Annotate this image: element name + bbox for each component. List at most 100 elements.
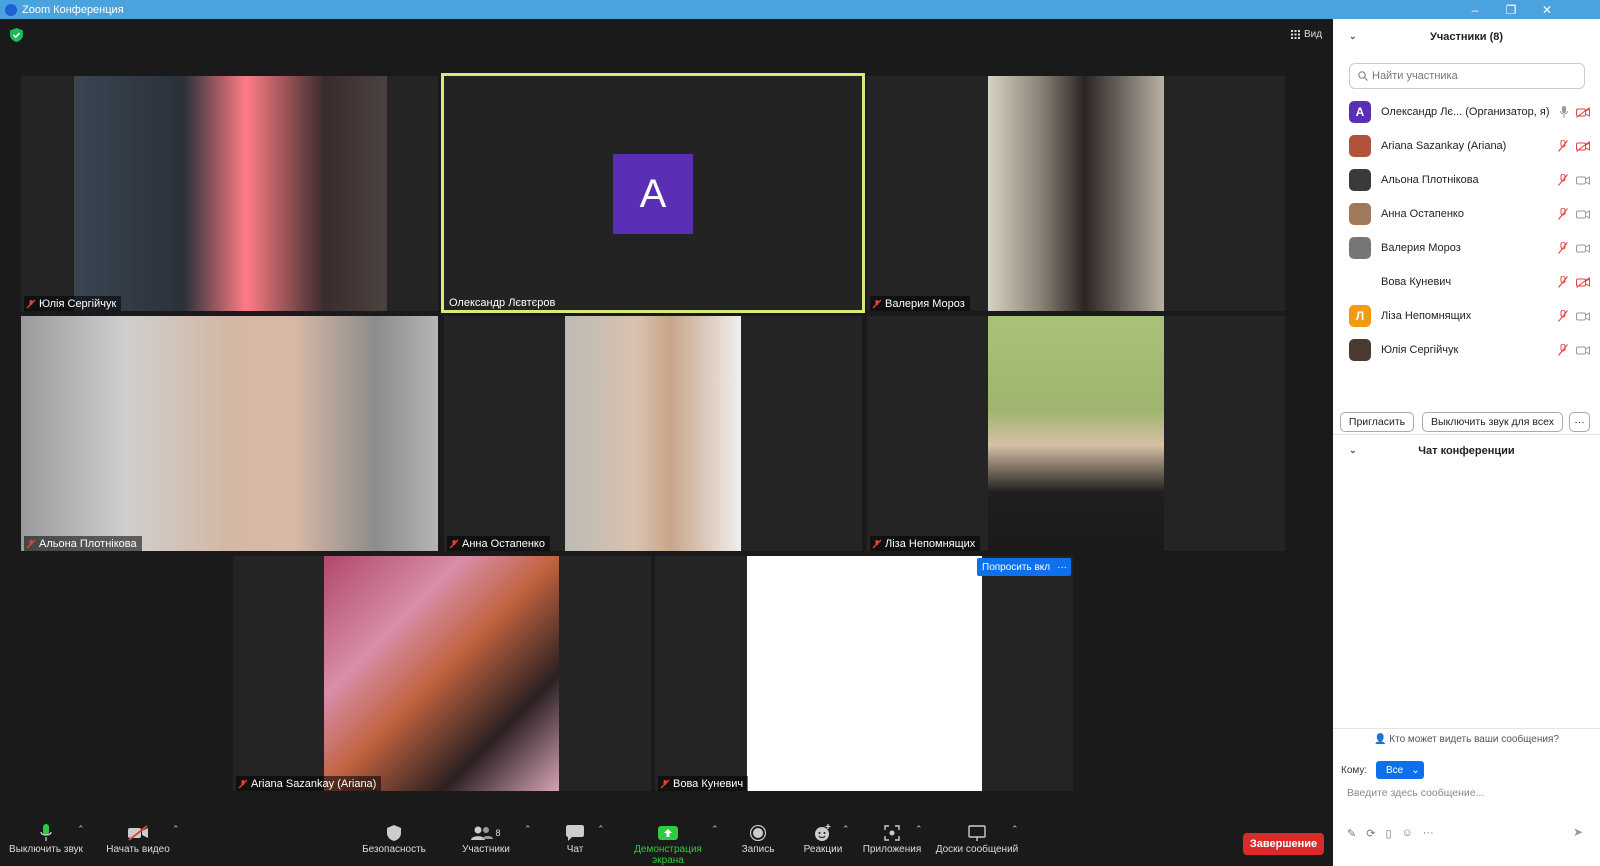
chat-button[interactable]: Чат: [562, 822, 588, 855]
mute-all-button[interactable]: Выключить звук для всех: [1422, 412, 1563, 432]
collapse-participants-chevron-icon[interactable]: ⌄: [1349, 31, 1357, 42]
avatar: [1349, 271, 1371, 293]
participant-row[interactable]: А Олександр Лє... (Организатор, я): [1333, 95, 1600, 129]
audio-options-caret[interactable]: ⌃: [77, 824, 85, 835]
avatar: [1349, 339, 1371, 361]
screenshot-icon[interactable]: ⟳: [1366, 827, 1375, 840]
muted-mic-icon[interactable]: [1558, 208, 1568, 220]
muted-mic-icon[interactable]: [1558, 174, 1568, 186]
microphone-icon[interactable]: [1560, 106, 1568, 118]
muted-mic-icon: [872, 539, 882, 548]
participants-options-caret[interactable]: ⌃: [524, 824, 532, 835]
security-button[interactable]: Безопасность: [362, 822, 426, 855]
encryption-shield-icon[interactable]: [10, 28, 23, 42]
end-meeting-button[interactable]: Завершение: [1243, 833, 1324, 855]
muted-mic-icon: [872, 299, 882, 308]
participant-video: [21, 316, 438, 551]
video-off-icon[interactable]: [1576, 106, 1590, 118]
muted-mic-icon[interactable]: [1558, 242, 1568, 254]
view-label: Вид: [1304, 29, 1323, 40]
video-on-icon[interactable]: [1576, 209, 1590, 220]
tile-name-label: Юлія Сергійчук: [24, 296, 122, 311]
share-screen-button[interactable]: Демонстрация экрана: [617, 822, 719, 866]
muted-mic-icon: [660, 779, 670, 788]
participants-button[interactable]: 8 Участники: [460, 822, 512, 855]
participants-icon: [471, 826, 494, 840]
who-can-see-link[interactable]: 👤 Кто может видеть ваши сообщения?: [1333, 734, 1600, 745]
participant-video: [988, 316, 1164, 551]
view-button[interactable]: Вид: [1291, 29, 1322, 40]
video-tile[interactable]: Анна Остапенко: [444, 316, 862, 551]
participants-more-button[interactable]: ···: [1569, 412, 1590, 432]
muted-mic-icon[interactable]: [1558, 344, 1568, 356]
tile-name-label: Анна Остапенко: [447, 536, 550, 551]
muted-mic-icon[interactable]: [1558, 276, 1568, 288]
chevron-down-icon: ⌄: [1411, 764, 1420, 776]
video-tile[interactable]: Ліза Непомнящих: [867, 316, 1285, 551]
share-options-caret[interactable]: ⌃: [711, 824, 719, 835]
reactions-button[interactable]: Реакции: [803, 822, 843, 855]
video-tile[interactable]: Ariana Sazankay (Ariana): [233, 556, 651, 791]
video-on-icon[interactable]: [1576, 175, 1590, 186]
format-icon[interactable]: ✎: [1347, 827, 1356, 840]
chat-icon: [566, 825, 584, 841]
chat-message-input[interactable]: Введите здесь сообщение...: [1347, 787, 1484, 799]
microphone-icon: [40, 824, 52, 841]
video-tile[interactable]: Юлія Сергійчук: [21, 76, 438, 311]
participant-row[interactable]: Анна Остапенко: [1333, 197, 1600, 231]
muted-mic-icon[interactable]: [1558, 310, 1568, 322]
video-off-icon[interactable]: [1576, 140, 1590, 152]
video-tile[interactable]: Попросить вкл ··· Вова Куневич: [655, 556, 1073, 791]
participant-row[interactable]: Валерия Мороз: [1333, 231, 1600, 265]
ask-to-start-video-button[interactable]: Попросить вкл: [977, 558, 1056, 576]
close-button[interactable]: ✕: [1529, 0, 1565, 19]
tile-name-label: Вова Куневич: [658, 776, 749, 791]
video-tile[interactable]: Валерия Мороз: [867, 76, 1285, 311]
security-shield-icon: [387, 825, 401, 841]
video-off-icon[interactable]: [1576, 276, 1590, 288]
invite-button[interactable]: Пригласить: [1340, 412, 1414, 432]
muted-mic-icon[interactable]: [1558, 140, 1568, 152]
apps-button[interactable]: Приложения: [862, 822, 922, 855]
participant-row[interactable]: Юлія Сергійчук: [1333, 333, 1600, 367]
participant-row[interactable]: Вова Куневич: [1333, 265, 1600, 299]
send-icon[interactable]: ➤: [1573, 825, 1583, 839]
share-screen-icon: [658, 826, 678, 840]
avatar: [1349, 135, 1371, 157]
minimize-button[interactable]: –: [1457, 0, 1493, 19]
participant-row[interactable]: Л Ліза Непомнящих: [1333, 299, 1600, 333]
apps-options-caret[interactable]: ⌃: [915, 824, 923, 835]
avatar: [1349, 169, 1371, 191]
zoom-logo-icon: [5, 3, 17, 16]
video-tile[interactable]: Альона Плотнікова: [21, 316, 438, 551]
participant-row[interactable]: Альона Плотнікова: [1333, 163, 1600, 197]
whiteboards-button[interactable]: Доски сообщений: [934, 822, 1020, 855]
video-on-icon[interactable]: [1576, 243, 1590, 254]
chat-tools: ✎ ⟳ ▯ ☺ ···: [1347, 827, 1434, 840]
whiteboards-options-caret[interactable]: ⌃: [1011, 824, 1019, 835]
participants-count: 8: [495, 828, 501, 838]
participant-search-input[interactable]: Найти участника: [1349, 63, 1585, 89]
tile-name-label: Альона Плотнікова: [24, 536, 142, 551]
mute-button[interactable]: Выключить звук: [8, 822, 84, 855]
participant-row[interactable]: Ariana Sazankay (Ariana): [1333, 129, 1600, 163]
file-icon[interactable]: ▯: [1385, 827, 1391, 840]
chat-header: ⌄ Чат конференции: [1333, 445, 1600, 457]
emoji-icon[interactable]: ☺: [1402, 827, 1413, 840]
more-icon[interactable]: ···: [1423, 827, 1434, 840]
reactions-options-caret[interactable]: ⌃: [842, 824, 850, 835]
whiteboard-icon: [968, 825, 986, 841]
video-options-caret[interactable]: ⌃: [172, 824, 180, 835]
tile-more-button[interactable]: ···: [1053, 558, 1071, 576]
chat-options-caret[interactable]: ⌃: [597, 824, 605, 835]
restore-button[interactable]: ❐: [1493, 0, 1529, 19]
video-on-icon[interactable]: [1576, 311, 1590, 322]
record-button[interactable]: Запись: [740, 822, 776, 855]
recipient-select[interactable]: Все ⌄: [1376, 761, 1424, 779]
record-icon: [750, 825, 766, 841]
avatar: Л: [1349, 305, 1371, 327]
collapse-chat-chevron-icon[interactable]: ⌄: [1349, 445, 1357, 456]
video-on-icon[interactable]: [1576, 345, 1590, 356]
active-speaker-tile[interactable]: А Олександр Лєвтєров: [441, 73, 865, 313]
start-video-button[interactable]: Начать видео: [106, 822, 170, 855]
